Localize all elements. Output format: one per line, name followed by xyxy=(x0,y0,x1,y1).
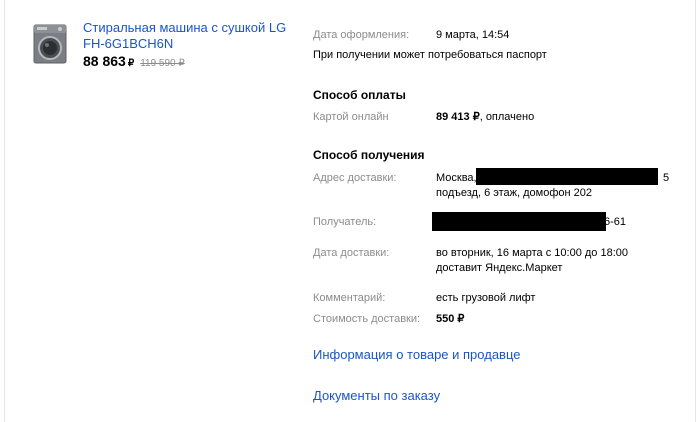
payment-status: , оплачено xyxy=(479,111,535,123)
recipient-label: Получатель: xyxy=(313,216,377,228)
address-city: Москва, xyxy=(436,172,477,184)
delivery-cost-label: Стоимость доставки: xyxy=(313,313,421,325)
address-line2: подъезд, 6 этаж, домофон 202 xyxy=(436,187,593,199)
payment-method-label: Картой онлайн xyxy=(313,111,389,123)
delivery-date-value: во вторник, 16 марта с 10:00 до 18:00 до… xyxy=(436,247,628,274)
comment-label: Комментарий: xyxy=(313,292,386,304)
price-old: 119 590 ₽ xyxy=(140,58,185,69)
product-info-link[interactable]: Информация о товаре и продавце xyxy=(313,347,521,362)
recipient-tail: 6-61 xyxy=(604,216,627,228)
delivery-section-title: Способ получения xyxy=(313,148,425,162)
price-currency: ₽ xyxy=(127,58,135,69)
price-row: 88 863 ₽119 590 ₽ xyxy=(83,53,185,71)
product-title-link[interactable]: Стиральная машина с сушкой LG FH-6G1BCH6… xyxy=(83,20,288,52)
comment-value: есть грузовой лифт xyxy=(436,292,536,304)
price-current: 88 863 xyxy=(83,53,126,69)
washing-machine-icon[interactable] xyxy=(33,24,67,64)
passport-note: При получении может потребоваться паспор… xyxy=(313,49,547,61)
address-label: Адрес доставки: xyxy=(313,172,397,184)
order-date-label: Дата оформления: xyxy=(313,29,410,41)
delivery-date-label: Дата доставки: xyxy=(313,247,390,259)
order-date-value: 9 марта, 14:54 xyxy=(436,29,510,41)
payment-amount: 89 413 ₽ xyxy=(436,111,480,123)
delivery-cost-value: 550 ₽ xyxy=(436,313,465,325)
payment-value: 89 413 ₽, оплачено xyxy=(436,110,534,125)
payment-section-title: Способ оплаты xyxy=(313,88,406,102)
address-redaction xyxy=(476,168,658,185)
documents-link[interactable]: Документы по заказу xyxy=(313,388,440,403)
address-tail: 5 xyxy=(663,172,670,184)
recipient-redaction xyxy=(432,212,606,231)
